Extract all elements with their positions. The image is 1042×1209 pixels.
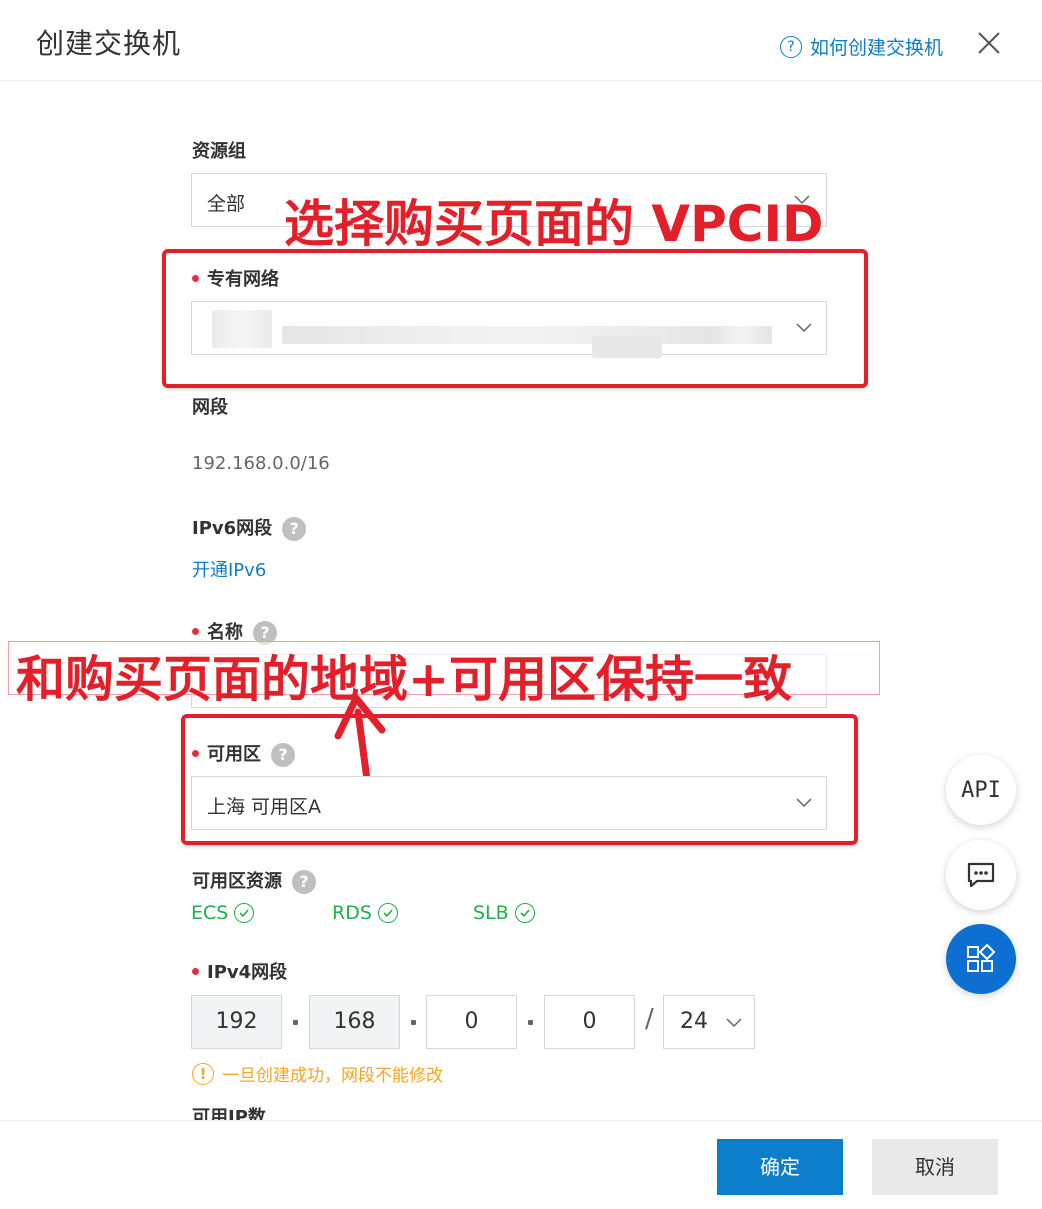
help-link[interactable]: ? 如何创建交换机 (780, 33, 943, 60)
required-dot (192, 627, 199, 635)
zone-resource-rds: RDS (332, 902, 398, 924)
ipv4-label: IPv4网段 (192, 958, 287, 984)
check-circle-icon (514, 903, 535, 923)
ipv4-octet-3[interactable]: 0 (426, 995, 517, 1049)
zone-resource-label: SLB (473, 902, 509, 924)
annotation-vpc-text: 选择购买页面的 VPCID (284, 195, 824, 253)
close-icon[interactable] (976, 30, 1002, 56)
ipv4-warning-text: 一旦创建成功，网段不能修改 (222, 1066, 443, 1086)
resource-group-label: 资源组 (192, 141, 246, 162)
required-dot (192, 967, 199, 975)
ipv6-label: IPv6网段? (192, 514, 307, 541)
zone-resource-label: RDS (332, 902, 372, 924)
chevron-down-icon (726, 1018, 742, 1028)
ipv4-warning: ! 一旦创建成功，网段不能修改 (192, 1061, 443, 1086)
zone-resource-label: ECS (191, 902, 229, 924)
apps-button[interactable] (946, 924, 1016, 994)
annotation-box-vpc (162, 249, 868, 388)
warning-icon: ! (192, 1062, 214, 1085)
dot-separator (293, 1020, 298, 1025)
zone-resource-slb: SLB (473, 902, 535, 924)
annotation-box-zone (181, 714, 858, 845)
question-icon[interactable]: ? (292, 870, 316, 894)
dot-separator (411, 1020, 416, 1025)
ipv4-octet-4[interactable]: 0 (544, 995, 635, 1049)
dialog-title: 创建交换机 (36, 27, 182, 60)
annotation-zone-text: 和购买页面的地域+可用区保持一致 (16, 651, 793, 708)
available-ips-clip: 可用IP数 (192, 1103, 392, 1120)
slash-separator: / (645, 1004, 654, 1034)
ipv4-octet-2: 168 (309, 995, 400, 1049)
cancel-button[interactable]: 取消 (872, 1139, 998, 1195)
resource-group-value: 全部 (207, 193, 246, 215)
cidr-label: 网段 (192, 397, 228, 418)
feedback-button[interactable] (946, 840, 1016, 910)
ipv4-label-text: IPv4网段 (207, 962, 288, 983)
ipv6-label-text: IPv6网段 (192, 518, 273, 539)
help-link-label: 如何创建交换机 (810, 37, 944, 59)
api-button-label: API (961, 777, 1001, 803)
dot-separator (528, 1020, 533, 1025)
ipv4-octet-1: 192 (191, 995, 282, 1049)
zone-resources-label-text: 可用区资源 (192, 871, 282, 892)
zone-resources-label: 可用区资源? (192, 867, 316, 894)
zone-resource-ecs: ECS (191, 902, 255, 924)
chat-icon (967, 862, 995, 888)
confirm-button[interactable]: 确定 (717, 1139, 843, 1195)
ipv4-mask-value: 24 (680, 1009, 708, 1034)
cidr-value: 192.168.0.0/16 (192, 453, 330, 474)
ipv4-mask-select[interactable]: 24 (663, 995, 755, 1049)
enable-ipv6-link[interactable]: 开通IPv6 (192, 556, 266, 582)
available-ips-label: 可用IP数 (192, 1107, 266, 1120)
apps-grid-icon (967, 943, 996, 972)
help-icon: ? (780, 35, 802, 58)
check-circle-icon (377, 903, 398, 923)
check-circle-icon (234, 903, 255, 923)
question-icon[interactable]: ? (282, 517, 307, 541)
api-button[interactable]: API (946, 755, 1016, 825)
